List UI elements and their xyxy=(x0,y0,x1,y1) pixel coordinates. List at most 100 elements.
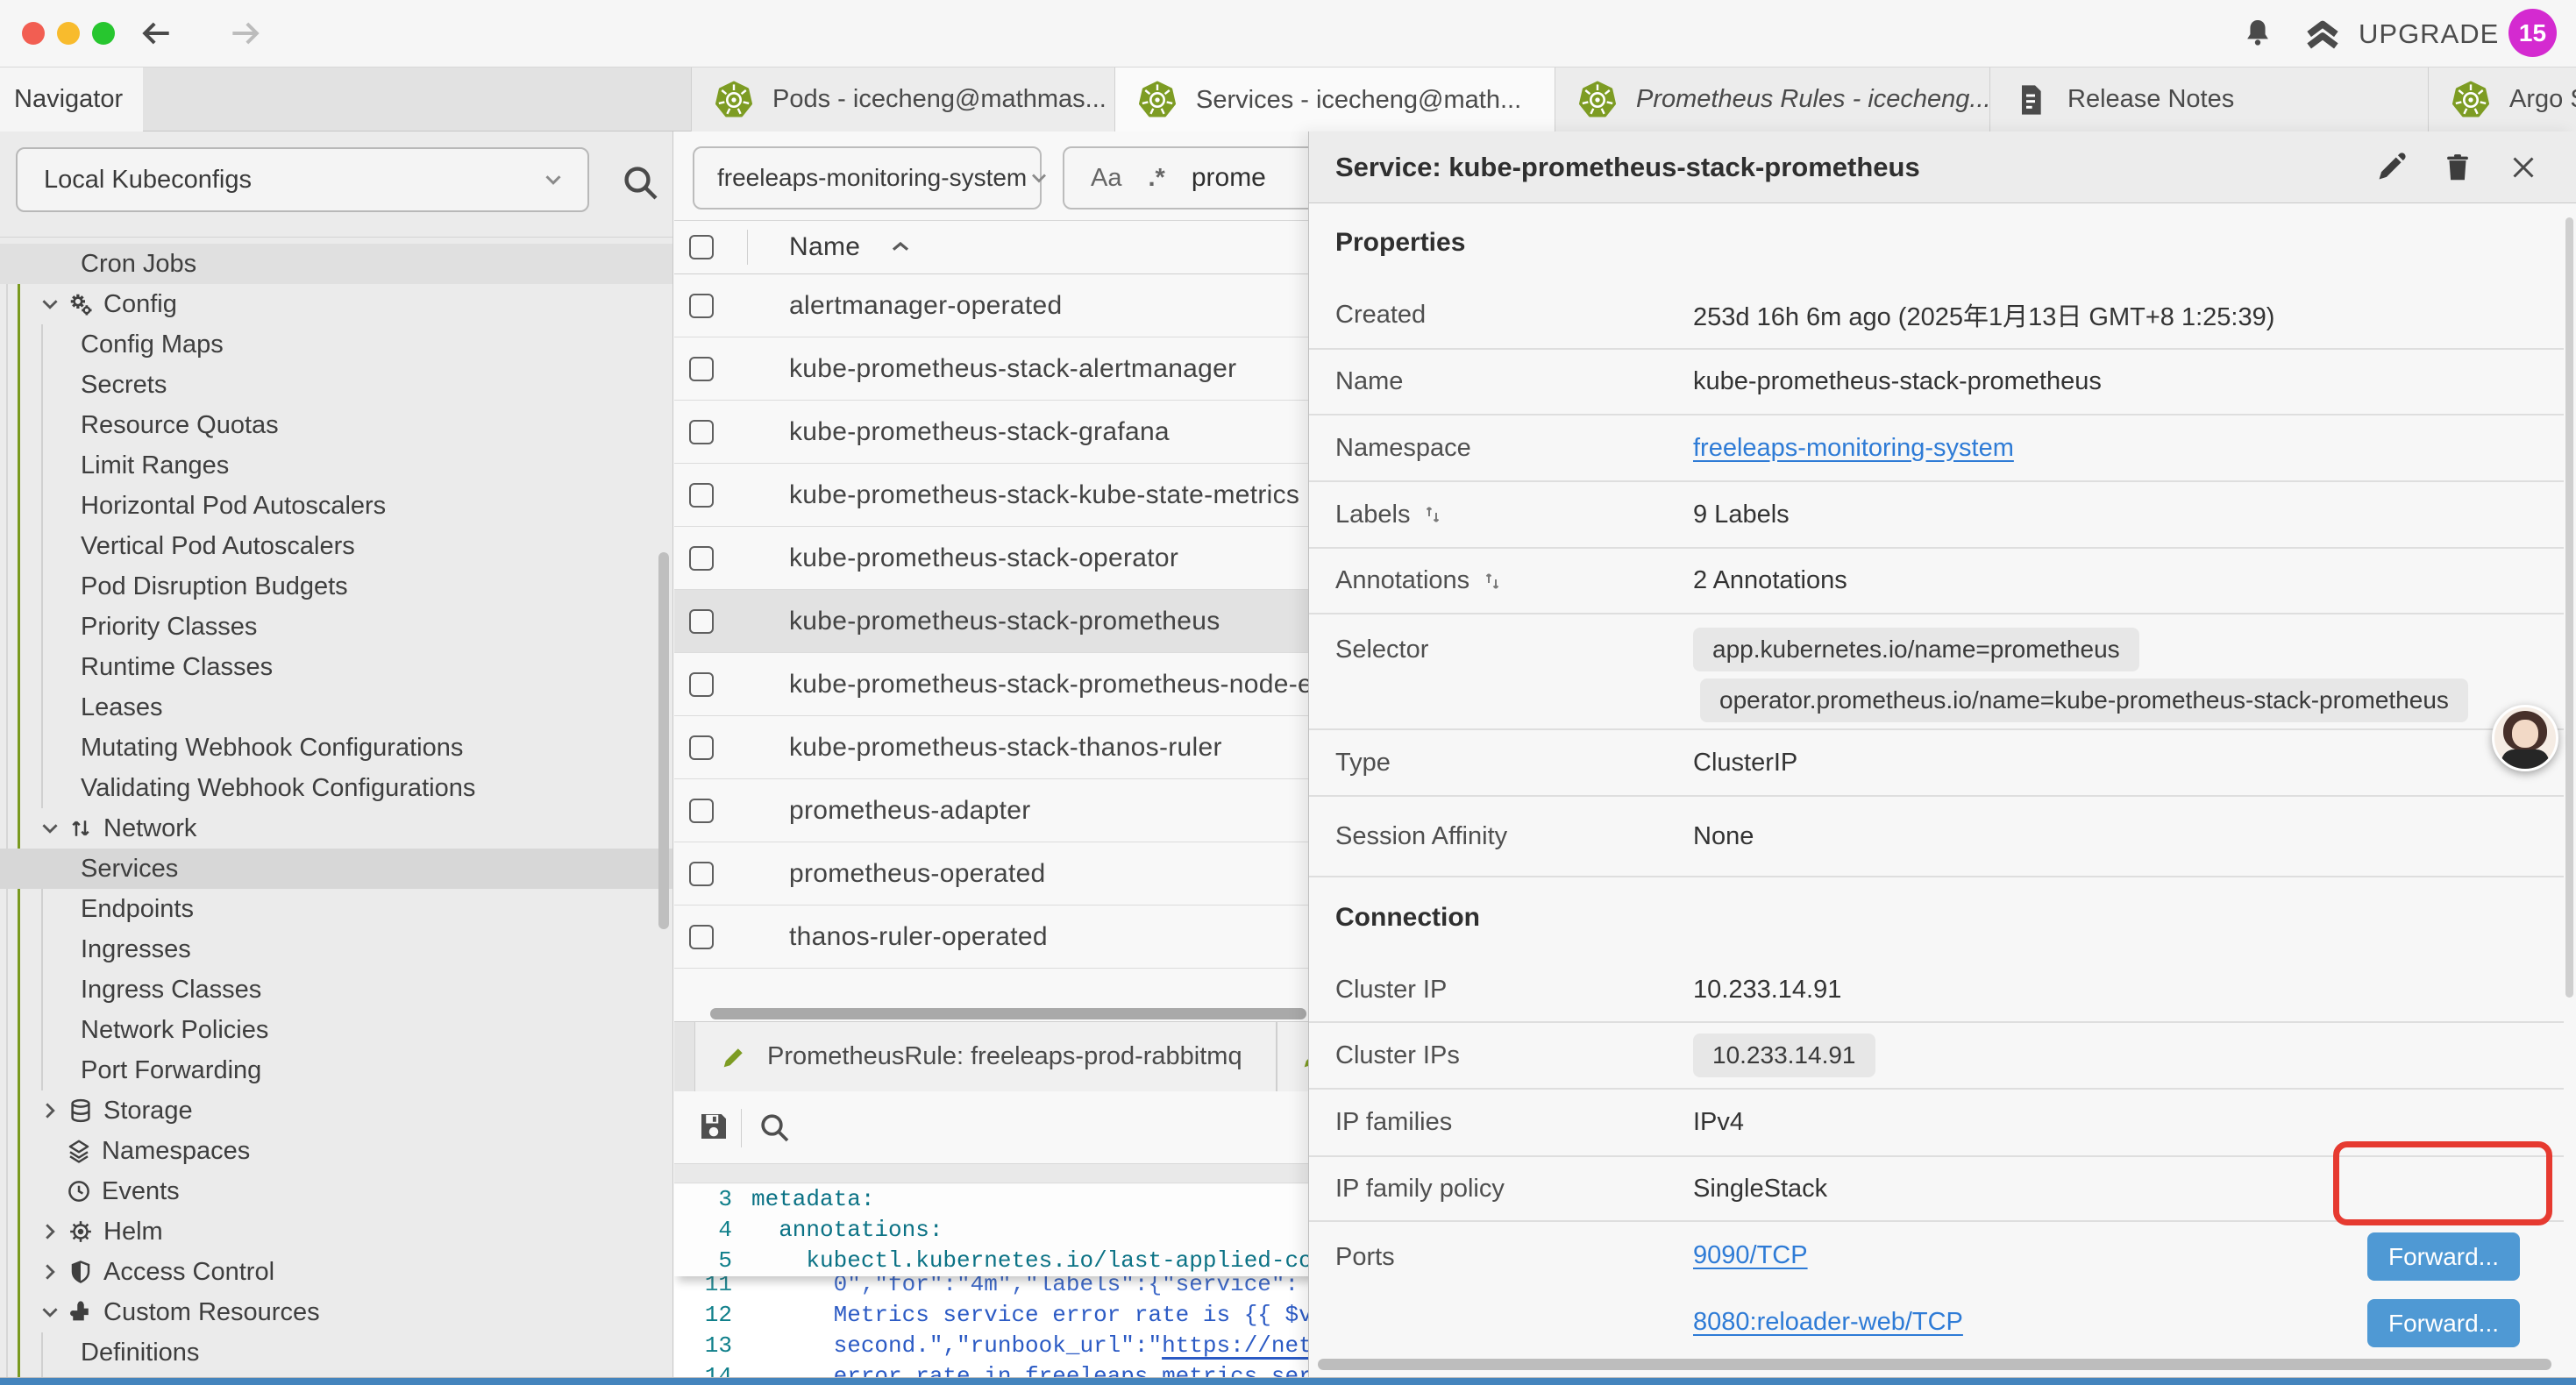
row-checkbox[interactable] xyxy=(689,483,714,508)
line-number: 4 xyxy=(674,1215,751,1246)
minimize-window-button[interactable] xyxy=(57,22,80,45)
sidebar-item-config[interactable]: Config xyxy=(0,284,672,324)
chevron-down-icon[interactable] xyxy=(35,817,65,840)
panel-vertical-scrollbar[interactable] xyxy=(2565,217,2573,998)
close-window-button[interactable] xyxy=(22,22,45,45)
sidebar-item-secrets[interactable]: Secrets xyxy=(0,365,672,405)
sidebar-item-network-policies[interactable]: Network Policies xyxy=(0,1010,672,1050)
sidebar-item-cron-jobs[interactable]: Cron Jobs xyxy=(0,244,672,284)
sidebar-scrollbar[interactable] xyxy=(658,552,669,929)
kubeconfig-selector[interactable]: Local Kubeconfigs xyxy=(16,147,589,212)
tab-pods-icecheng-mathmas-[interactable]: Pods - icecheng@mathmas... xyxy=(691,67,1115,131)
property-value: kube-prometheus-stack-prometheus xyxy=(1693,367,2564,396)
row-checkbox[interactable] xyxy=(689,420,714,444)
layers-icon xyxy=(63,1138,95,1164)
chevron-right-icon[interactable] xyxy=(35,1099,65,1122)
chevron-right-icon[interactable] xyxy=(35,1220,65,1243)
row-checkbox[interactable] xyxy=(689,672,714,697)
sidebar-item-horizontal-pod-autoscalers[interactable]: Horizontal Pod Autoscalers xyxy=(0,486,672,526)
sidebar-item-ingresses[interactable]: Ingresses xyxy=(0,929,672,970)
sidebar-item-custom-resources[interactable]: Custom Resources xyxy=(0,1292,672,1332)
forward-button-8080-reloader-web-tcp[interactable]: Forward... xyxy=(2367,1299,2520,1347)
sidebar-item-endpoints[interactable]: Endpoints xyxy=(0,889,672,929)
notifications-bell-icon[interactable] xyxy=(2241,17,2274,50)
sidebar-item-pod-disruption-budgets[interactable]: Pod Disruption Budgets xyxy=(0,566,672,607)
sidebar-item-config-maps[interactable]: Config Maps xyxy=(0,324,672,365)
select-all-checkbox[interactable] xyxy=(689,235,714,259)
sidebar-item-leases[interactable]: Leases xyxy=(0,687,672,728)
kubeconfig-row: Local Kubeconfigs xyxy=(0,131,672,238)
chevron-down-icon[interactable] xyxy=(35,1301,65,1324)
sidebar-item-definitions[interactable]: Definitions xyxy=(0,1332,672,1373)
user-avatar[interactable] xyxy=(2492,705,2558,771)
sidebar-item-ingress-classes[interactable]: Ingress Classes xyxy=(0,970,672,1010)
editor-tab-prometheusrule[interactable]: PrometheusRule: freeleaps-prod-rabbitmq xyxy=(694,1022,1277,1092)
row-checkbox[interactable] xyxy=(689,925,714,949)
forward-arrow-icon[interactable] xyxy=(226,14,265,53)
status-bar-edge xyxy=(0,1378,2576,1385)
regex-toggle[interactable]: .* xyxy=(1148,164,1164,193)
sidebar-item-vertical-pod-autoscalers[interactable]: Vertical Pod Autoscalers xyxy=(0,526,672,566)
sidebar-item-storage[interactable]: Storage xyxy=(0,1090,672,1131)
edit-pencil-icon[interactable] xyxy=(2374,151,2408,184)
tab-label: Argo Se xyxy=(2509,85,2576,114)
header-divider xyxy=(747,230,748,265)
editor-search-icon[interactable] xyxy=(757,1110,792,1145)
sidebar-item-label: Namespaces xyxy=(102,1137,250,1166)
forward-button-9090-tcp[interactable]: Forward... xyxy=(2367,1232,2520,1281)
property-row-name: Namekube-prometheus-stack-prometheus xyxy=(1309,350,2564,416)
code-link[interactable]: https://net xyxy=(1162,1332,1313,1359)
tab-prometheus-rules-icecheng-[interactable]: Prometheus Rules - icecheng... xyxy=(1555,67,1990,131)
port-link-8080-reloader-web-tcp[interactable]: 8080:reloader-web/TCP xyxy=(1693,1308,1963,1337)
name-column-header[interactable]: Name xyxy=(789,232,860,262)
navigator-panel-tab[interactable]: Navigator xyxy=(0,67,143,131)
sidebar-item-port-forwarding[interactable]: Port Forwarding xyxy=(0,1050,672,1090)
tab-release-notes[interactable]: Release Notes xyxy=(1990,67,2429,131)
sidebar-item-limit-ranges[interactable]: Limit Ranges xyxy=(0,445,672,486)
sidebar-search-icon[interactable] xyxy=(619,161,661,203)
row-checkbox[interactable] xyxy=(689,735,714,760)
sort-toggle-icon[interactable] xyxy=(1422,504,1443,525)
row-checkbox[interactable] xyxy=(689,546,714,571)
namespace-link[interactable]: freeleaps-monitoring-system xyxy=(1693,434,2014,462)
row-checkbox[interactable] xyxy=(689,609,714,634)
sidebar-item-network[interactable]: Network xyxy=(0,808,672,849)
sidebar-item-mutating-webhook-configurations[interactable]: Mutating Webhook Configurations xyxy=(0,728,672,768)
namespace-selector[interactable]: freeleaps-monitoring-system xyxy=(693,146,1042,210)
row-checkbox[interactable] xyxy=(689,294,714,318)
panel-horizontal-scrollbar[interactable] xyxy=(1318,1359,2551,1370)
sidebar-item-helm[interactable]: Helm xyxy=(0,1211,672,1252)
upgrade-chevrons-icon xyxy=(2302,14,2343,54)
row-checkbox[interactable] xyxy=(689,862,714,886)
row-checkbox[interactable] xyxy=(689,357,714,381)
back-arrow-icon[interactable] xyxy=(137,14,175,53)
sidebar-item-services[interactable]: Services xyxy=(0,849,672,889)
namespace-selector-value: freeleaps-monitoring-system xyxy=(694,164,1027,192)
tab-argo-se[interactable]: Argo Se xyxy=(2429,67,2576,131)
notification-count-badge[interactable]: 15 xyxy=(2508,9,2557,57)
delete-trash-icon[interactable] xyxy=(2441,151,2474,184)
upgrade-button[interactable]: UPGRADE xyxy=(2302,14,2499,54)
close-icon[interactable] xyxy=(2508,152,2539,183)
port-link-9090-tcp[interactable]: 9090/TCP xyxy=(1693,1241,1808,1270)
sidebar-item-namespaces[interactable]: Namespaces xyxy=(0,1131,672,1171)
sidebar-item-runtime-classes[interactable]: Runtime Classes xyxy=(0,647,672,687)
sort-toggle-icon[interactable] xyxy=(1482,571,1503,592)
save-icon[interactable] xyxy=(695,1108,732,1145)
table-horizontal-scrollbar[interactable] xyxy=(710,1008,1306,1019)
sidebar-item-priority-classes[interactable]: Priority Classes xyxy=(0,607,672,647)
sidebar-item-validating-webhook-configurations[interactable]: Validating Webhook Configurations xyxy=(0,768,672,808)
property-value: IPv4 xyxy=(1693,1108,2564,1137)
line-code: second.","runbook_url":"https://net xyxy=(751,1331,1313,1361)
case-sensitive-toggle[interactable]: Aa xyxy=(1091,164,1121,193)
sidebar-item-access-control[interactable]: Access Control xyxy=(0,1252,672,1292)
tab-services-icecheng-math-[interactable]: Services - icecheng@math... xyxy=(1115,67,1555,132)
sort-ascending-icon[interactable] xyxy=(886,233,914,261)
chevron-right-icon[interactable] xyxy=(35,1261,65,1283)
sidebar-item-events[interactable]: Events xyxy=(0,1171,672,1211)
row-checkbox[interactable] xyxy=(689,799,714,823)
maximize-window-button[interactable] xyxy=(92,22,115,45)
sidebar-item-label: Mutating Webhook Configurations xyxy=(81,734,463,763)
chevron-down-icon[interactable] xyxy=(35,293,65,316)
sidebar-item-resource-quotas[interactable]: Resource Quotas xyxy=(0,405,672,445)
